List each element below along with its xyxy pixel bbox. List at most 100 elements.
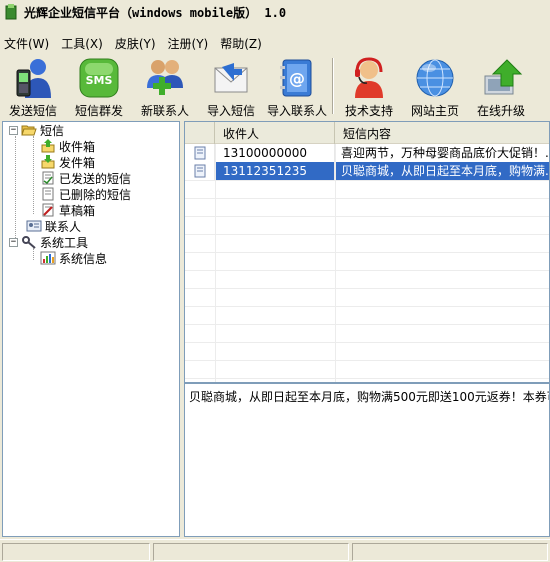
import-sms-button[interactable]: 导入短信 <box>198 56 264 120</box>
new-contact-label: 新联系人 <box>140 104 189 118</box>
tree-item-drafts[interactable]: 草稿箱 <box>37 202 95 218</box>
tech-support-button[interactable]: 技术支持 <box>336 56 402 120</box>
message-document-icon <box>194 164 205 178</box>
message-cell-icon <box>185 162 215 180</box>
message-cell-icon <box>185 144 215 162</box>
open-folder-icon <box>21 125 37 136</box>
deleted-document-icon <box>42 187 54 201</box>
grid-line <box>185 270 549 271</box>
send-sms-button[interactable]: 发送短信 <box>0 56 66 120</box>
tree-item-label: 系统信息 <box>59 251 108 266</box>
svg-text:SMS: SMS <box>86 74 113 87</box>
outbox-icon <box>41 155 55 169</box>
import-sms-label: 导入短信 <box>206 104 255 118</box>
content-cell: 喜迎两节，万种母婴商品底价大促销！... <box>341 146 550 160</box>
support-headset-icon <box>355 57 383 98</box>
chart-icon <box>40 251 56 265</box>
toolbar: 发送短信 SMS 短信群发 新联系人 导入短信 @ 导入联系人 技术支持 网站主… <box>0 56 550 120</box>
grid-line <box>185 324 549 325</box>
import-contacts-label: 导入联系人 <box>266 104 327 118</box>
message-list: 收件人 短信内容 13100000000 喜迎两节，万种母婴商品底价大促销！..… <box>184 121 550 383</box>
list-header: 收件人 短信内容 <box>185 122 549 144</box>
collapse-icon[interactable]: − <box>9 125 18 135</box>
phone-person-icon <box>16 59 51 98</box>
group-sms-button[interactable]: SMS 短信群发 <box>66 56 132 120</box>
recipient-cell: 13112351235 <box>215 162 335 180</box>
status-pane-right <box>352 543 548 561</box>
window-title: 光辉企业短信平台（windows mobile版） 1.0 <box>24 5 287 20</box>
drafts-icon <box>42 203 54 217</box>
content-cell: 贝聪商城，从即日起至本月底，购物满... <box>341 164 550 178</box>
tree-item-label: 联系人 <box>45 219 82 234</box>
tree-line <box>15 136 16 244</box>
tree-item-label: 草稿箱 <box>59 203 96 218</box>
tree-item-label: 收件箱 <box>59 139 96 154</box>
menu-tools[interactable]: 工具(X) <box>61 35 103 52</box>
globe-icon <box>416 59 454 97</box>
grid-line <box>185 180 549 181</box>
tree-item-label: 短信 <box>40 123 65 138</box>
collapse-icon[interactable]: − <box>9 237 18 247</box>
status-pane-middle <box>153 543 349 561</box>
grid-line <box>185 306 549 307</box>
grid-line <box>185 252 549 253</box>
folder-tree: − 短信 收件箱 发件箱 已发送的短信 已删除的短信 草稿箱 联系人 − 系统工… <box>2 121 180 537</box>
contacts-card-icon <box>26 220 42 232</box>
address-book-icon: @ <box>280 59 312 97</box>
menu-register[interactable]: 注册(Y) <box>168 35 209 52</box>
column-header-recipient[interactable]: 收件人 <box>215 122 335 144</box>
tree-item-label: 发件箱 <box>59 155 96 170</box>
tree-line <box>33 136 34 214</box>
menu-skin[interactable]: 皮肤(Y) <box>115 35 156 52</box>
title-bar: 光辉企业短信平台（windows mobile版） 1.0 <box>0 0 550 24</box>
table-row[interactable]: 13112351235 贝聪商城，从即日起至本月底，购物满... <box>185 162 550 180</box>
add-contact-icon <box>147 60 183 95</box>
tree-item-inbox[interactable]: 收件箱 <box>37 138 95 154</box>
status-pane-left <box>2 543 150 561</box>
grid-line <box>185 198 549 199</box>
tools-icon <box>22 236 36 249</box>
status-bar <box>0 539 550 562</box>
grid-line <box>185 288 549 289</box>
message-preview[interactable]: 贝聪商城，从即日起至本月底，购物满500元即送100元返券！本券可立 <box>184 383 550 537</box>
import-contacts-button[interactable]: @ 导入联系人 <box>264 56 330 120</box>
tree-item-sms[interactable]: − 短信 <box>9 122 64 138</box>
grid-line <box>185 378 549 379</box>
group-sms-label: 短信群发 <box>74 104 123 118</box>
recipient-cell: 13100000000 <box>215 144 335 162</box>
menu-help[interactable]: 帮助(Z) <box>220 35 262 52</box>
online-upgrade-button[interactable]: 在线升级 <box>468 56 534 120</box>
grid-line <box>185 216 549 217</box>
online-upgrade-label: 在线升级 <box>476 104 525 118</box>
grid-line <box>185 360 549 361</box>
tree-item-system-info[interactable]: 系统信息 <box>37 250 107 266</box>
menu-bar: 文件(W) 工具(X) 皮肤(Y) 注册(Y) 帮助(Z) <box>0 33 550 53</box>
grid-line <box>185 234 549 235</box>
column-header-icon[interactable] <box>185 122 215 144</box>
tree-item-outbox[interactable]: 发件箱 <box>37 154 95 170</box>
grid-line <box>185 342 549 343</box>
menu-file[interactable]: 文件(W) <box>4 35 49 52</box>
table-row[interactable]: 13100000000 喜迎两节，万种母婴商品底价大促销！... <box>185 144 550 162</box>
svg-text:@: @ <box>289 69 305 88</box>
tree-item-contacts[interactable]: 联系人 <box>23 218 81 234</box>
tree-item-label: 已发送的短信 <box>59 171 132 186</box>
sent-document-icon <box>42 171 54 185</box>
tech-support-label: 技术支持 <box>344 104 393 118</box>
app-icon <box>5 4 17 20</box>
send-sms-label: 发送短信 <box>8 104 57 118</box>
upgrade-icon <box>484 59 523 95</box>
preview-text: 贝聪商城，从即日起至本月底，购物满500元即送100元返券！本券可立 <box>189 390 550 404</box>
column-header-content[interactable]: 短信内容 <box>335 122 549 144</box>
website-home-button[interactable]: 网站主页 <box>402 56 468 120</box>
inbox-icon <box>41 139 55 153</box>
toolbar-separator <box>332 58 334 114</box>
tree-item-label: 系统工具 <box>40 235 89 250</box>
tree-item-sent[interactable]: 已发送的短信 <box>37 170 131 186</box>
tree-item-system-tools[interactable]: − 系统工具 <box>9 234 88 250</box>
tree-item-label: 已删除的短信 <box>59 187 132 202</box>
sms-icon: SMS <box>79 58 119 98</box>
tree-item-deleted[interactable]: 已删除的短信 <box>37 186 131 202</box>
message-document-icon <box>194 146 205 160</box>
new-contact-button[interactable]: 新联系人 <box>132 56 198 120</box>
